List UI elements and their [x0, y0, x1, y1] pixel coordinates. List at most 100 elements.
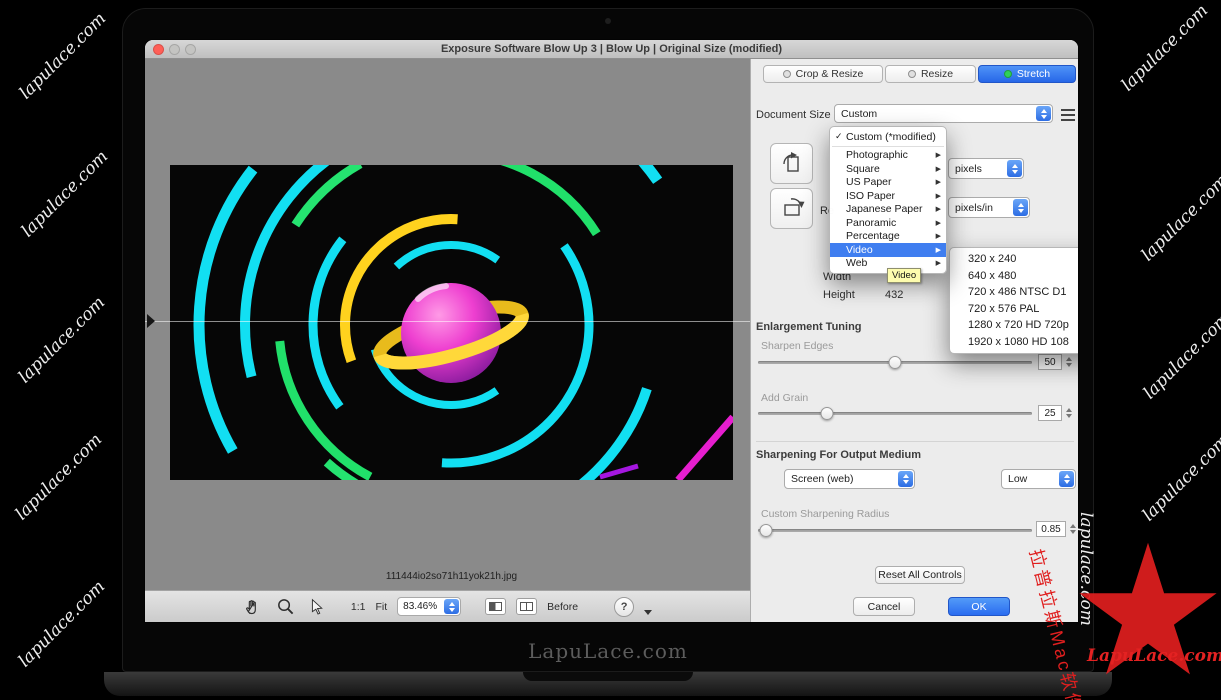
- cancel-button[interactable]: Cancel: [853, 597, 915, 616]
- output-medium-select[interactable]: Screen (web): [784, 469, 915, 489]
- zoom-tool-icon[interactable]: [275, 596, 297, 618]
- height-value[interactable]: 432: [885, 289, 903, 301]
- submenu-item[interactable]: 720 x 576 PAL: [950, 301, 1078, 318]
- sharpen-edges-value[interactable]: 50: [1038, 354, 1062, 370]
- menu-item-us-paper[interactable]: US Paper▶: [830, 176, 946, 190]
- stretch-mode-button[interactable]: Stretch: [978, 65, 1076, 83]
- watermark: lapulace.com: [15, 293, 110, 388]
- laptop-base: [104, 672, 1112, 696]
- height-label: Height: [823, 289, 855, 301]
- sharpen-edges-slider[interactable]: [758, 356, 1032, 369]
- width-units-select[interactable]: pixels: [948, 158, 1024, 179]
- video-size-submenu: 320 x 240 640 x 480 720 x 486 NTSC D1 72…: [949, 247, 1078, 354]
- rotate-portrait-button[interactable]: [770, 143, 813, 184]
- submenu-item[interactable]: 1920 x 1080 HD 108: [950, 334, 1078, 351]
- add-grain-slider[interactable]: [758, 407, 1032, 420]
- document-size-select[interactable]: Custom: [834, 104, 1053, 123]
- slider-handle[interactable]: [889, 356, 902, 369]
- zoom-stepper-icon[interactable]: [444, 599, 459, 614]
- watermark: lapulace.com: [18, 147, 113, 242]
- preview-toolbar: 1:1 Fit 83.46% Before ?: [145, 590, 750, 622]
- image-filename: 111444io2so71h11yok21h.jpg: [170, 571, 733, 582]
- camera-dot: [605, 18, 611, 24]
- menu-item-japanese-paper[interactable]: Japanese Paper▶: [830, 203, 946, 217]
- submenu-arrow-icon: ▶: [936, 219, 941, 227]
- single-view-button[interactable]: [516, 598, 537, 615]
- custom-sharpening-radius-label: Custom Sharpening Radius: [761, 508, 889, 520]
- submenu-item[interactable]: 320 x 240: [950, 251, 1078, 268]
- submenu-arrow-icon: ▶: [936, 165, 941, 173]
- zoom-window-button[interactable]: [185, 44, 196, 55]
- submenu-arrow-icon: ▶: [936, 205, 941, 213]
- menu-item-iso-paper[interactable]: ISO Paper▶: [830, 189, 946, 203]
- arrow-tool-icon[interactable]: [307, 596, 329, 618]
- watermark: lapulace.com: [1118, 1, 1213, 96]
- menu-item-photographic[interactable]: Photographic▶: [830, 149, 946, 163]
- submenu-arrow-icon: ▶: [936, 259, 941, 267]
- crop-resize-mode-button[interactable]: Crop & Resize: [763, 65, 883, 83]
- select-stepper-icon[interactable]: [1036, 106, 1051, 121]
- submenu-item[interactable]: 720 x 486 NTSC D1: [950, 284, 1078, 301]
- add-grain-value[interactable]: 25: [1038, 405, 1062, 421]
- menu-item-square[interactable]: Square▶: [830, 162, 946, 176]
- custom-sharpening-radius-value[interactable]: 0.85: [1036, 521, 1066, 537]
- watermark: lapulace.com: [16, 9, 111, 104]
- before-after-divider[interactable]: [145, 321, 750, 322]
- hand-tool-icon[interactable]: [243, 596, 265, 618]
- submenu-item[interactable]: 1280 x 720 HD 720p: [950, 317, 1078, 334]
- slider-handle[interactable]: [760, 524, 773, 537]
- menu-item-custom[interactable]: ✓ Custom (*modified): [830, 130, 946, 144]
- video-tooltip: Video: [887, 268, 921, 283]
- select-stepper-icon[interactable]: [1007, 160, 1022, 177]
- watermark: lapulace.com: [1140, 309, 1221, 404]
- rotate-landscape-button[interactable]: [770, 188, 813, 229]
- watermark: lapulace.com: [1139, 431, 1221, 526]
- help-button[interactable]: ?: [614, 597, 634, 617]
- laptop-watermark: LapuLace.com: [123, 639, 1093, 663]
- slider-track[interactable]: [758, 412, 1032, 415]
- logo-site-text: LapuLace.com: [1087, 646, 1221, 666]
- preset-menu-icon[interactable]: [1061, 109, 1075, 121]
- image-preview-area[interactable]: 111444io2so71h11yok21h.jpg: [145, 59, 750, 590]
- watermark: lapulace.com: [12, 430, 107, 525]
- title-bar: Exposure Software Blow Up 3 | Blow Up | …: [145, 40, 1078, 59]
- slider-track[interactable]: [758, 529, 1032, 532]
- laptop-lid-notch: [523, 672, 693, 681]
- select-stepper-icon[interactable]: [1013, 199, 1028, 216]
- mode-dot-icon: [783, 70, 791, 78]
- resolution-units-select[interactable]: pixels/in: [948, 197, 1030, 218]
- sharpening-level-select[interactable]: Low: [1001, 469, 1076, 489]
- zoom-level-value: 83.46%: [403, 601, 437, 612]
- submenu-arrow-icon: ▶: [936, 192, 941, 200]
- mode-dot-icon: [908, 70, 916, 78]
- resize-mode-button[interactable]: Resize: [885, 65, 976, 83]
- menu-item-percentage[interactable]: Percentage▶: [830, 230, 946, 244]
- app-window: Exposure Software Blow Up 3 | Blow Up | …: [145, 40, 1078, 622]
- submenu-arrow-icon: ▶: [936, 178, 941, 186]
- select-stepper-icon[interactable]: [898, 471, 913, 487]
- preview-image: [170, 165, 733, 480]
- value-stepper-icon[interactable]: [1064, 354, 1073, 370]
- split-view-button[interactable]: [485, 598, 506, 615]
- settings-panel: Crop & Resize Resize Stretch Document Si…: [750, 59, 1078, 622]
- menu-item-panoramic[interactable]: Panoramic▶: [830, 216, 946, 230]
- submenu-arrow-icon: ▶: [936, 246, 941, 254]
- actual-size-button[interactable]: 1:1: [351, 601, 366, 613]
- document-size-menu: ✓ Custom (*modified) Photographic▶ Squar…: [829, 126, 947, 274]
- reset-all-controls-button[interactable]: Reset All Controls: [875, 566, 965, 584]
- slider-handle[interactable]: [820, 407, 833, 420]
- select-stepper-icon[interactable]: [1059, 471, 1074, 487]
- zoom-level-select[interactable]: 83.46%: [397, 597, 461, 616]
- menu-item-video[interactable]: Video▶: [830, 243, 946, 257]
- value-stepper-icon[interactable]: [1064, 405, 1073, 421]
- output-sharpening-header: Sharpening For Output Medium: [756, 449, 921, 461]
- fit-button[interactable]: Fit: [376, 601, 388, 613]
- watermark: lapulace.com: [1138, 171, 1221, 266]
- panel-collapse-arrow-icon[interactable]: [147, 314, 155, 328]
- minimize-button[interactable]: [169, 44, 180, 55]
- custom-sharpening-radius-slider[interactable]: [758, 524, 1032, 537]
- close-button[interactable]: [153, 44, 164, 55]
- submenu-item[interactable]: 640 x 480: [950, 268, 1078, 285]
- help-menu-caret-icon[interactable]: [644, 610, 652, 615]
- ok-button[interactable]: OK: [948, 597, 1010, 616]
